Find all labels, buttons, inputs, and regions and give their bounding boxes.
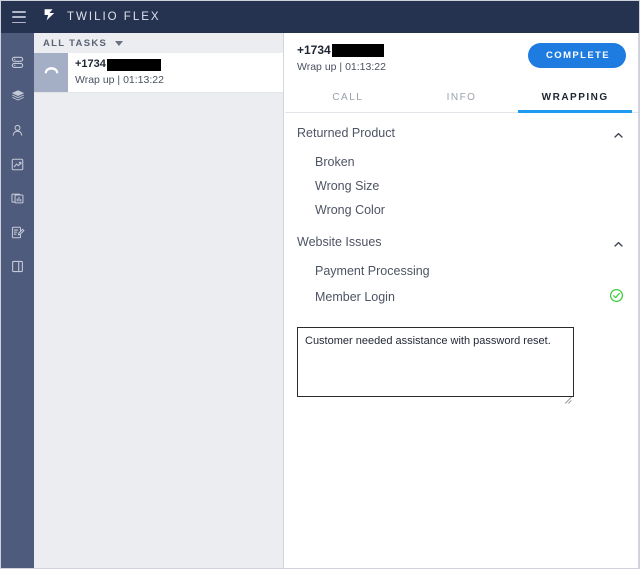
agent-desktop-icon [10,55,25,70]
wrapup-option-wrong-color[interactable]: Wrong Color [297,198,626,222]
hamburger-menu-icon[interactable] [12,11,26,23]
check-circle-icon [609,288,624,306]
top-bar: TWILIO FLEX [1,1,639,33]
task-detail-number-row: +1734 [297,43,386,57]
tab-info[interactable]: INFO [405,86,519,113]
task-item-timer: 01:13:22 [123,74,164,86]
task-detail-identity: +1734 Wrap up | 01:13:22 [297,43,386,73]
task-item-body: +1734 Wrap up | 01:13:22 [68,53,283,92]
insights-chart-icon [10,157,25,172]
task-item-number: +1734 [75,58,106,70]
sidebar-item-reports[interactable] [1,181,34,215]
task-detail-header: +1734 Wrap up | 01:13:22 COMPLETE [285,33,638,73]
wrapup-notes-input[interactable] [297,327,574,397]
phone-hangup-icon [43,64,60,82]
form-edit-icon [10,225,25,240]
wrapup-section-title: Website Issues [297,235,382,249]
notes-box [297,327,574,404]
task-detail-tabs: CALL INFO WRAPPING [285,86,638,113]
wrapup-section-title: Returned Product [297,126,395,140]
task-item-status: Wrap up | 01:13:22 [75,74,283,86]
sidebar-item-agent-desktop[interactable] [1,45,34,79]
tab-wrapping[interactable]: WRAPPING [518,86,633,113]
wrapup-option-label: Wrong Color [315,203,385,217]
chevron-up-icon [613,128,624,139]
chevron-up-icon [613,237,624,248]
task-list-panel: ALL TASKS +1734 Wrap up | 01:13:22 [34,33,284,568]
layers-icon [10,88,26,104]
wrapup-option-member-login[interactable]: Member Login [297,283,626,311]
sidebar-item-agents[interactable] [1,113,34,147]
task-item-separator: | [117,74,121,86]
complete-button[interactable]: COMPLETE [528,43,626,68]
brand-title: TWILIO FLEX [67,11,161,23]
brand: TWILIO FLEX [42,7,161,28]
sidebar-item-forms[interactable] [1,215,34,249]
book-panel-icon [10,259,25,274]
wrapup-section-website-issues[interactable]: Website Issues [297,222,626,259]
wrapping-categories: Returned Product Broken Wrong Size Wrong… [285,113,638,311]
task-detail-status-text: Wrap up [297,61,337,73]
task-list-item[interactable]: +1734 Wrap up | 01:13:22 [34,53,283,93]
wrapup-option-payment-processing[interactable]: Payment Processing [297,259,626,283]
chevron-down-icon [115,40,124,46]
wrapup-notes-area [285,311,638,404]
wrapup-option-label: Payment Processing [315,264,430,278]
wrapup-option-label: Wrong Size [315,179,380,193]
task-filter-dropdown[interactable]: ALL TASKS [34,33,283,53]
sidebar-item-queues[interactable] [1,79,34,113]
wrapup-section-returned-product[interactable]: Returned Product [297,113,626,150]
task-detail-separator: | [339,61,343,73]
sidebar-item-library[interactable] [1,249,34,283]
wrapup-option-wrong-size[interactable]: Wrong Size [297,174,626,198]
redaction-bar [106,58,161,71]
wrapup-option-label: Member Login [315,290,395,304]
task-detail-status: Wrap up | 01:13:22 [297,61,386,73]
task-detail-timer: 01:13:22 [345,61,386,73]
task-channel-avatar [34,53,68,92]
task-filter-label: ALL TASKS [43,37,108,49]
task-item-number-row: +1734 [75,58,283,71]
reports-panels-icon [10,191,25,206]
redaction-bar [331,43,384,57]
left-navigation-rail [1,33,34,568]
twilio-flex-app: TWILIO FLEX ALL TASKS +1734 Wrap up | 01… [0,0,640,569]
task-item-status-text: Wrap up [75,74,115,86]
agents-person-icon [10,123,25,138]
wrapup-option-broken[interactable]: Broken [297,150,626,174]
tab-call[interactable]: CALL [291,86,405,113]
sidebar-item-insights[interactable] [1,147,34,181]
task-detail-number: +1734 [297,43,331,57]
wrapup-option-label: Broken [315,155,355,169]
twilio-logo-icon [42,7,58,28]
task-detail-panel: +1734 Wrap up | 01:13:22 COMPLETE CALL I… [285,33,639,568]
